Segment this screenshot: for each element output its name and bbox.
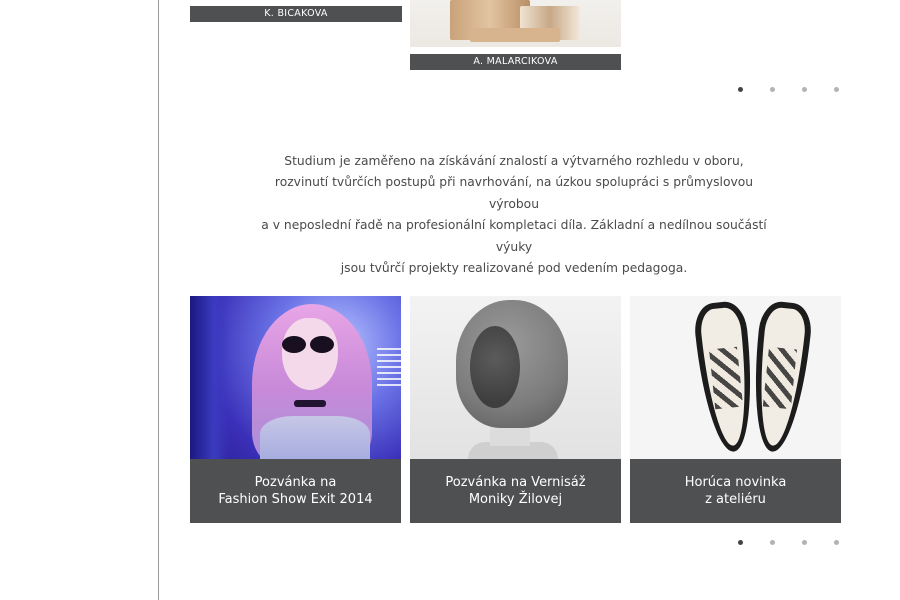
gallery-image-malarcikova[interactable] bbox=[410, 0, 621, 47]
gallery-label-bicakova[interactable]: K. BICAKOVA bbox=[190, 6, 402, 22]
news-card-fashion-show[interactable]: Pozvánka na Fashion Show Exit 2014 bbox=[190, 296, 401, 523]
gallery-pager-dot-1[interactable] bbox=[738, 87, 743, 92]
news-caption[interactable]: Pozvánka na Fashion Show Exit 2014 bbox=[190, 459, 401, 523]
news-image-vernisaz bbox=[410, 296, 621, 459]
news-pager-dot-1[interactable] bbox=[738, 540, 743, 545]
news-caption[interactable]: Pozvánka na Vernisáž Moniky Žilovej bbox=[410, 459, 621, 523]
news-card-novinka[interactable]: Horúca novinka z ateliéru bbox=[630, 296, 841, 523]
news-caption-line-1: Horúca novinka bbox=[684, 475, 787, 490]
news-image-fashion-show bbox=[190, 296, 401, 459]
news-card-vernisaz[interactable]: Pozvánka na Vernisáž Moniky Žilovej bbox=[410, 296, 621, 523]
study-intro-text: Studium je zaměřeno na získávání znalost… bbox=[250, 151, 778, 279]
news-caption-line-1: Pozvánka na bbox=[254, 475, 337, 490]
news-caption[interactable]: Horúca novinka z ateliéru bbox=[630, 459, 841, 523]
news-pager-dot-3[interactable] bbox=[802, 540, 807, 545]
gallery-pager-dot-2[interactable] bbox=[770, 87, 775, 92]
news-pager bbox=[738, 540, 839, 545]
intro-line-2: rozvinutí tvůrčích postupů při navrhován… bbox=[274, 175, 754, 211]
news-caption-line-2: Moniky Žilovej bbox=[468, 492, 563, 507]
intro-line-3: a v neposlední řadě na profesionální kom… bbox=[261, 218, 767, 254]
news-pager-dot-4[interactable] bbox=[834, 540, 839, 545]
news-image-shoes bbox=[630, 296, 841, 459]
gallery-pager-dot-3[interactable] bbox=[802, 87, 807, 92]
news-caption-line-1: Pozvánka na Vernisáž bbox=[445, 475, 586, 490]
intro-line-4: jsou tvůrčí projekty realizované pod ved… bbox=[340, 261, 688, 276]
gallery-label-malarcikova[interactable]: A. MALARCIKOVA bbox=[410, 54, 621, 70]
news-pager-dot-2[interactable] bbox=[770, 540, 775, 545]
intro-line-1: Studium je zaměřeno na získávání znalost… bbox=[284, 154, 744, 168]
gallery-pager-dot-4[interactable] bbox=[834, 87, 839, 92]
left-divider-line bbox=[158, 0, 159, 600]
news-caption-line-2: z ateliéru bbox=[705, 492, 766, 507]
news-caption-line-2: Fashion Show Exit 2014 bbox=[218, 492, 373, 507]
gallery-pager bbox=[738, 87, 839, 92]
